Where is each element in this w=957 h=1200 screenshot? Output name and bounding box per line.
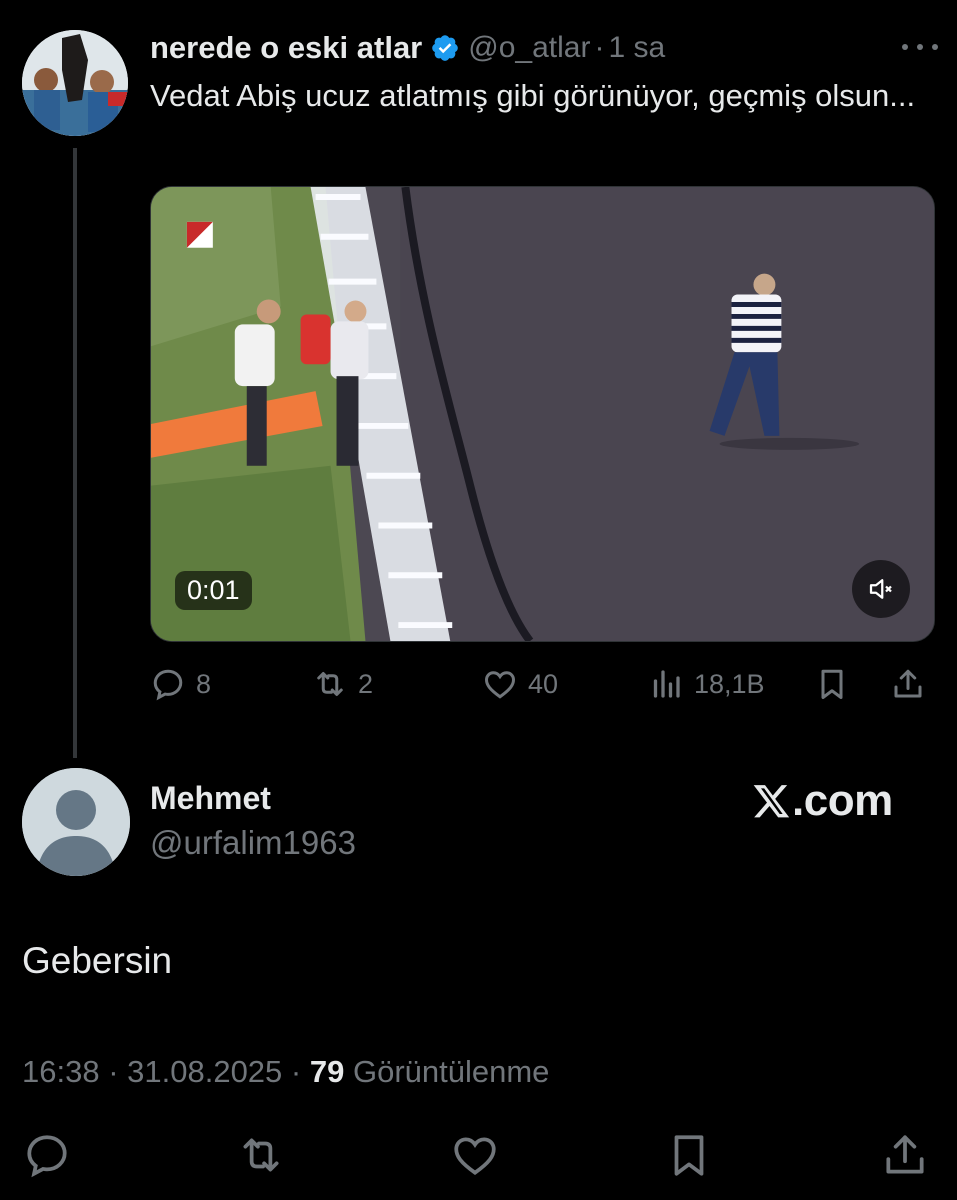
reply-text: Gebersin xyxy=(22,940,173,981)
views-button[interactable]: 18,1B xyxy=(648,662,765,706)
video-frame xyxy=(151,187,934,641)
reply-bookmark-button[interactable] xyxy=(664,1130,714,1180)
meta-sep-1: · xyxy=(99,1054,128,1089)
reply-icon xyxy=(153,669,183,701)
tweet-header: nerede o eski atlar @o_atlar · 1 sa xyxy=(150,26,940,70)
share-icon xyxy=(886,1135,924,1174)
like-count: 40 xyxy=(528,668,559,699)
reply-avatar[interactable] xyxy=(22,768,130,876)
author-avatar[interactable] xyxy=(22,30,128,136)
meta-sep-2: · xyxy=(282,1054,310,1089)
mute-icon[interactable] xyxy=(852,560,910,618)
tweet-video[interactable]: 0:01 xyxy=(150,186,935,642)
reply-count: 8 xyxy=(196,668,212,699)
bookmark-button[interactable] xyxy=(814,662,860,706)
reply-button[interactable]: 8 xyxy=(150,662,211,706)
reply-reply-button[interactable] xyxy=(22,1130,72,1180)
tweet-actions: 8 2 40 18,1B xyxy=(150,662,940,706)
x-brand-label: .com xyxy=(792,776,893,825)
tweet-time[interactable]: 1 sa xyxy=(608,31,665,65)
like-icon xyxy=(484,671,516,699)
reply-meta: 16:38 · 31.08.2025 · 79 Görüntülenme xyxy=(22,1054,549,1090)
repost-icon xyxy=(317,672,343,696)
reply-actions xyxy=(0,1130,957,1184)
thread-line xyxy=(73,148,77,758)
share-icon xyxy=(894,669,922,698)
reply-author-handle[interactable]: @urfalim1963 xyxy=(150,824,356,862)
reply-like-button[interactable] xyxy=(450,1130,500,1180)
author-name[interactable]: nerede o eski atlar xyxy=(150,30,422,66)
views-icon xyxy=(653,670,680,698)
reply-views-count: 79 xyxy=(309,1054,345,1089)
reply-share-button[interactable] xyxy=(880,1130,930,1180)
x-logo-icon xyxy=(753,785,790,818)
tweet-text: Vedat Abiş ucuz atlatmış gibi görünüyor,… xyxy=(150,78,916,113)
reply-date[interactable]: 31.08.2025 xyxy=(127,1054,282,1089)
verified-badge-icon[interactable] xyxy=(430,33,460,63)
bookmark-icon xyxy=(674,1135,704,1176)
header-separator: · xyxy=(594,31,605,64)
more-icon[interactable] xyxy=(900,32,940,62)
default-avatar-icon xyxy=(22,768,130,876)
reply-author-name[interactable]: Mehmet xyxy=(150,780,271,817)
x-brand: .com xyxy=(752,776,893,826)
author-avatar-image xyxy=(22,30,128,136)
bookmark-icon xyxy=(821,669,843,699)
reply-time[interactable]: 16:38 xyxy=(22,1054,100,1089)
reply-views-label: Görüntülenme xyxy=(352,1054,550,1089)
repost-icon xyxy=(243,1138,279,1172)
reply-icon xyxy=(27,1135,67,1178)
author-handle[interactable]: @o_atlar xyxy=(468,31,590,65)
share-button[interactable] xyxy=(890,662,936,706)
repost-count: 2 xyxy=(358,668,374,699)
reply-repost-button[interactable] xyxy=(236,1130,286,1180)
video-timestamp: 0:01 xyxy=(175,571,252,610)
repost-button[interactable]: 2 xyxy=(312,662,373,706)
views-count: 18,1B xyxy=(694,668,765,699)
like-button[interactable]: 40 xyxy=(482,662,558,706)
like-icon xyxy=(454,1137,496,1176)
